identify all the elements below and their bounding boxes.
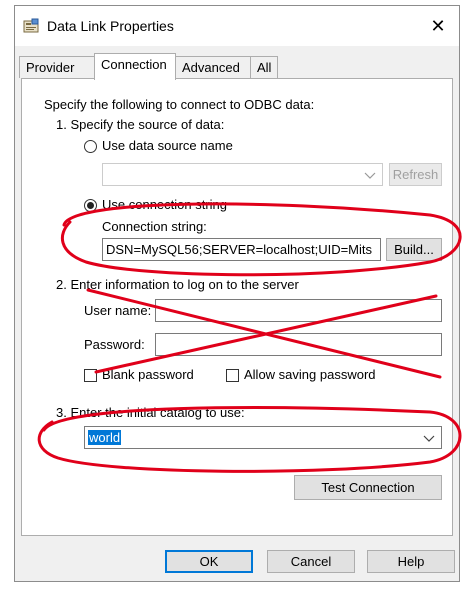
- chevron-down-icon: [364, 172, 376, 179]
- build-button[interactable]: Build...: [386, 238, 442, 261]
- catalog-select[interactable]: world: [84, 426, 442, 449]
- password-input[interactable]: [155, 333, 442, 356]
- username-label: User name:: [84, 303, 152, 318]
- intro-text: Specify the following to connect to ODBC…: [44, 97, 315, 112]
- tab-label: Advanced: [182, 60, 240, 75]
- conn-string-label: Connection string:: [102, 219, 207, 234]
- step3-label: 3. Enter the initial catalog to use:: [56, 405, 245, 420]
- step2-label: 2. Enter information to log on to the se…: [56, 277, 299, 292]
- refresh-button[interactable]: Refresh: [389, 163, 442, 186]
- conn-option-label: Use connection string: [102, 197, 228, 212]
- tab-provider[interactable]: Provider: [19, 56, 95, 78]
- tab-label: Connection: [101, 57, 167, 72]
- username-input[interactable]: [155, 299, 442, 322]
- test-connection-button[interactable]: Test Connection: [294, 475, 442, 500]
- tab-connection[interactable]: Connection: [94, 53, 176, 80]
- tab-label: Provider: [26, 60, 75, 75]
- window-title: Data Link Properties: [47, 18, 174, 34]
- connection-panel: Specify the following to connect to ODBC…: [21, 78, 453, 536]
- cancel-button[interactable]: Cancel: [267, 550, 355, 573]
- data-link-icon: [23, 18, 39, 34]
- tab-all[interactable]: All: [250, 56, 278, 78]
- allow-saving-checkbox[interactable]: [226, 369, 239, 382]
- conn-string-value: DSN=MySQL56;SERVER=localhost;UID=Mits: [106, 242, 372, 257]
- blank-password-checkbox[interactable]: [84, 369, 97, 382]
- chevron-down-icon: [423, 435, 435, 442]
- dialog-window: Data Link Properties ✕ Provider Connecti…: [14, 5, 460, 582]
- blank-password-label: Blank password: [102, 367, 194, 382]
- tab-advanced[interactable]: Advanced: [175, 56, 251, 78]
- catalog-value: world: [88, 430, 122, 445]
- close-icon[interactable]: ✕: [417, 6, 459, 46]
- title-bar: Data Link Properties ✕: [15, 6, 459, 46]
- dsn-select[interactable]: [102, 163, 383, 186]
- allow-saving-label: Allow saving password: [244, 367, 376, 382]
- dsn-option-label: Use data source name: [102, 138, 233, 153]
- conn-string-radio[interactable]: [84, 199, 97, 212]
- password-label: Password:: [84, 337, 145, 352]
- dsn-radio[interactable]: [84, 140, 97, 153]
- step1-label: 1. Specify the source of data:: [56, 117, 225, 132]
- help-button[interactable]: Help: [367, 550, 455, 573]
- ok-button[interactable]: OK: [165, 550, 253, 573]
- tab-label: All: [257, 60, 272, 75]
- conn-string-input[interactable]: DSN=MySQL56;SERVER=localhost;UID=Mits: [102, 238, 381, 261]
